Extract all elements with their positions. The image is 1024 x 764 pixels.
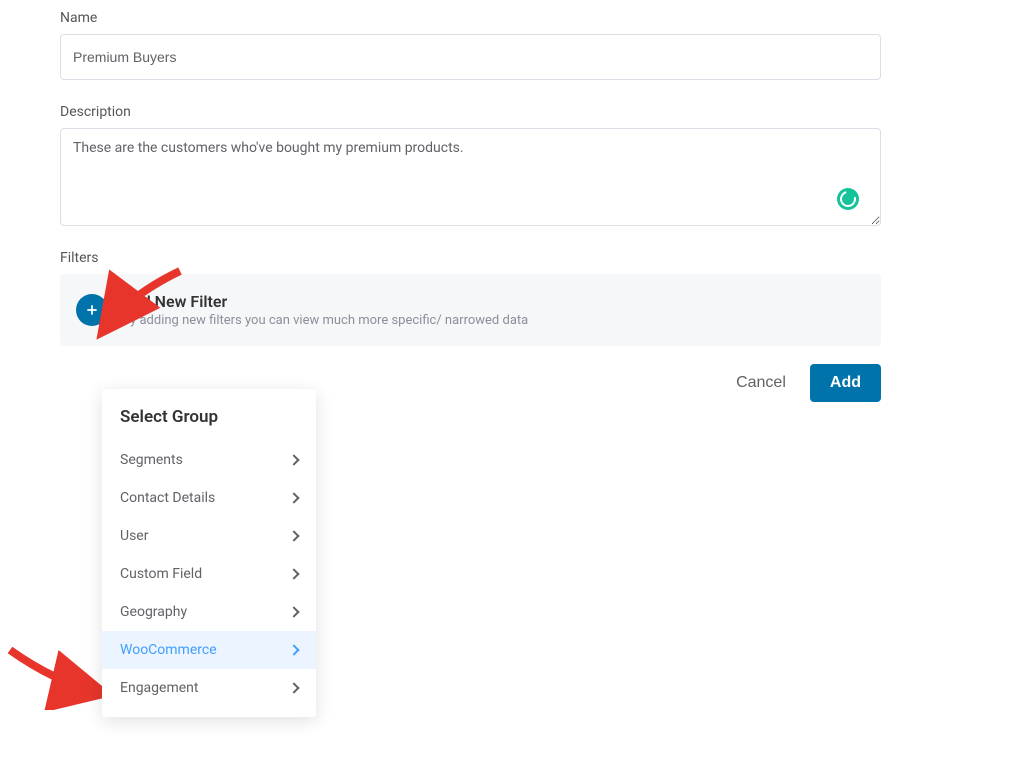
select-group-dropdown[interactable]: Select Group Segments Contact Details User… [102, 389, 316, 717]
cancel-button[interactable]: Cancel [736, 374, 786, 392]
chevron-right-icon [288, 492, 299, 503]
dropdown-title: Select Group [102, 407, 316, 441]
dropdown-item-label: Contact Details [120, 490, 215, 506]
chevron-right-icon [288, 644, 299, 655]
description-input[interactable] [60, 128, 881, 226]
chevron-right-icon [288, 682, 299, 693]
add-new-filter-row[interactable]: Add New Filter By adding new filters you… [60, 274, 881, 346]
grammarly-icon [837, 188, 859, 210]
chevron-right-icon [288, 530, 299, 541]
name-label: Name [60, 10, 964, 26]
chevron-right-icon [288, 606, 299, 617]
dropdown-item-user[interactable]: User [102, 517, 316, 555]
add-filter-title: Add New Filter [122, 292, 528, 311]
dropdown-item-custom-field[interactable]: Custom Field [102, 555, 316, 593]
dropdown-item-label: WooCommerce [120, 642, 217, 658]
filters-label: Filters [60, 250, 964, 266]
chevron-right-icon [288, 568, 299, 579]
dropdown-item-label: Geography [120, 604, 187, 620]
dropdown-item-label: User [120, 528, 148, 544]
description-label: Description [60, 104, 964, 120]
dropdown-item-woocommerce[interactable]: WooCommerce [102, 631, 316, 669]
dropdown-item-engagement[interactable]: Engagement [102, 669, 316, 707]
name-input[interactable] [60, 34, 881, 80]
dropdown-item-contact-details[interactable]: Contact Details [102, 479, 316, 517]
plus-icon[interactable] [76, 294, 108, 326]
dropdown-item-label: Custom Field [120, 566, 202, 582]
dropdown-item-segments[interactable]: Segments [102, 441, 316, 479]
chevron-right-icon [288, 454, 299, 465]
dropdown-item-geography[interactable]: Geography [102, 593, 316, 631]
add-button[interactable]: Add [810, 364, 881, 402]
dropdown-item-label: Engagement [120, 680, 198, 696]
dropdown-item-label: Segments [120, 452, 183, 468]
add-filter-subtitle: By adding new filters you can view much … [122, 313, 528, 328]
